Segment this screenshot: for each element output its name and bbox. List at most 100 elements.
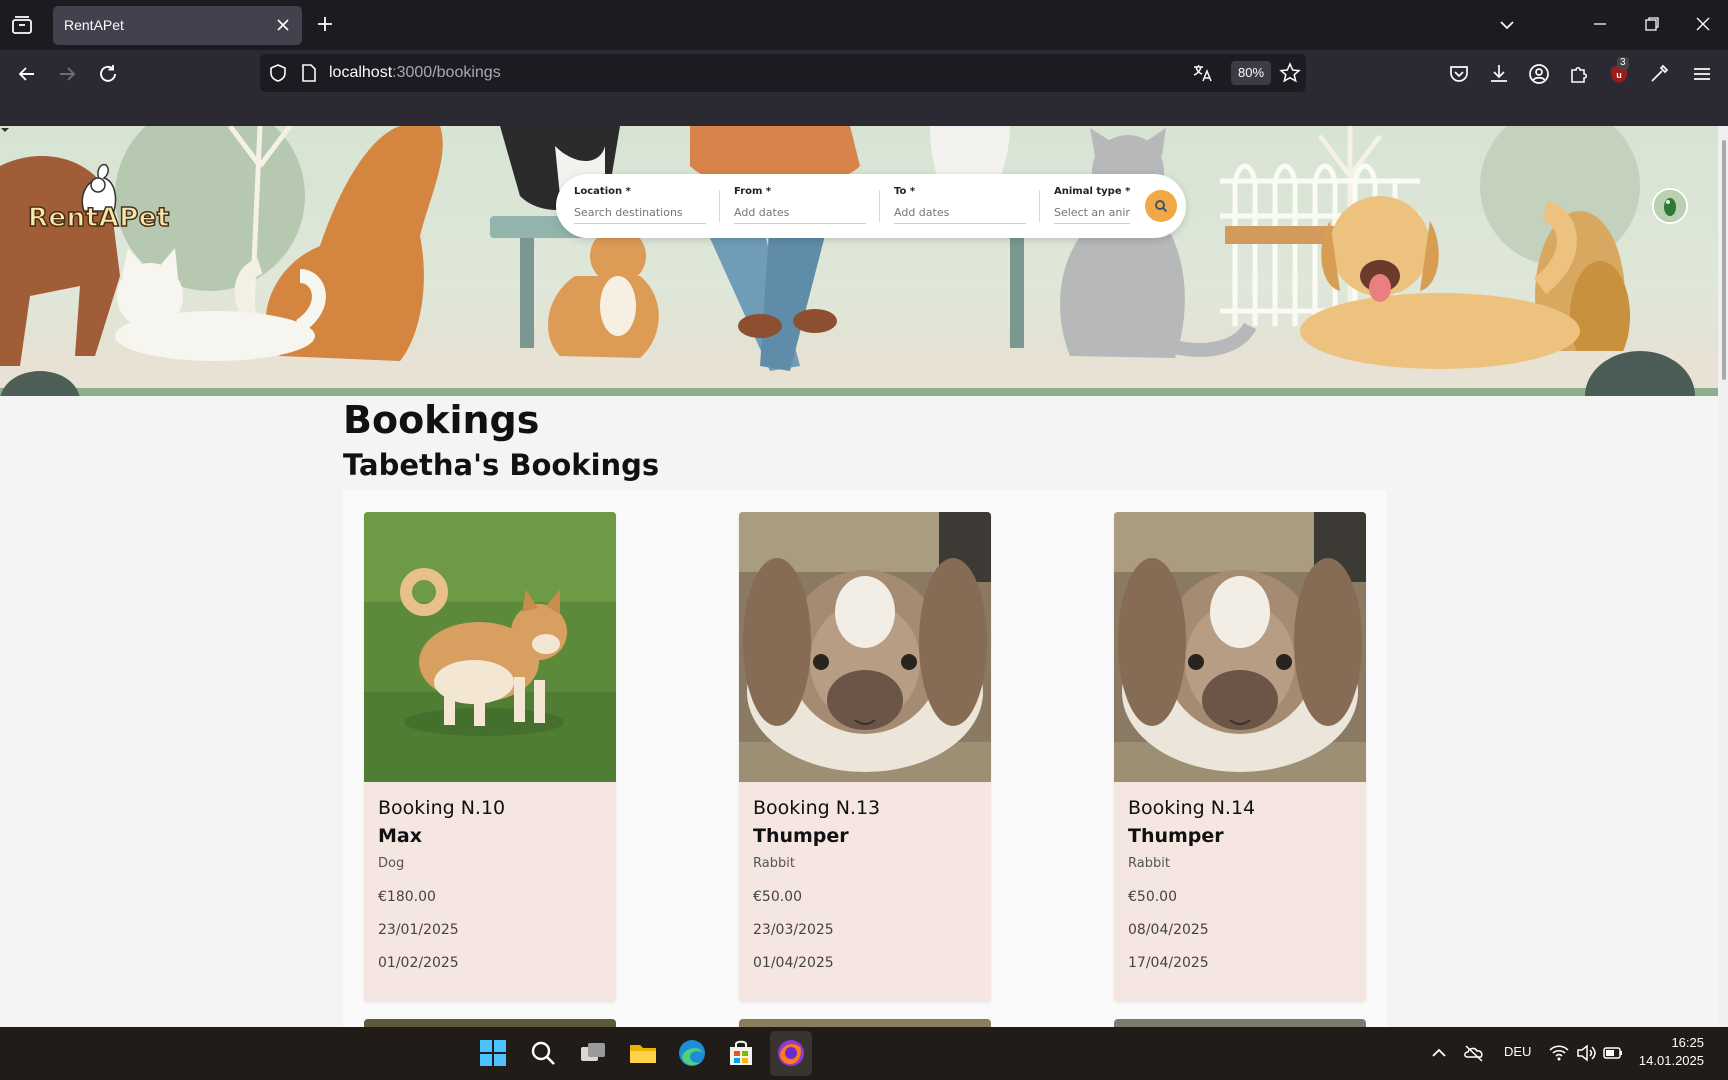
extension-badge-count: 3 (1617, 57, 1629, 69)
page-title: Bookings (343, 398, 540, 442)
booking-start-date: 23/01/2025 (378, 922, 459, 938)
booking-card[interactable]: Booking N.13 Thumper Rabbit €50.00 23/03… (739, 512, 991, 1002)
booking-card-partial[interactable] (739, 1019, 991, 1027)
browser-tab-active[interactable]: RentAPet (53, 6, 302, 45)
booking-end-date: 01/02/2025 (378, 955, 459, 971)
booking-number: Booking N.10 (378, 797, 506, 819)
url-text[interactable]: localhost:3000/bookings (329, 64, 501, 82)
bookmark-star-icon[interactable] (1279, 62, 1301, 84)
back-icon[interactable] (15, 62, 39, 86)
volume-icon[interactable] (1575, 1042, 1597, 1064)
booking-price: €50.00 (1128, 889, 1177, 905)
avatar-image (1654, 190, 1686, 222)
site-logo[interactable]: RentAPet (27, 161, 170, 241)
search-divider (1039, 190, 1040, 222)
page-scrollbar-thumb[interactable] (1722, 140, 1726, 380)
booking-number: Booking N.13 (753, 797, 881, 819)
task-view-icon[interactable] (577, 1037, 609, 1069)
tab-overview-icon[interactable] (10, 14, 34, 36)
close-window-icon[interactable] (1692, 13, 1714, 35)
to-date-input[interactable] (894, 202, 1026, 224)
pocket-icon[interactable] (1447, 62, 1471, 86)
pet-type: Dog (378, 856, 405, 871)
location-label: Location (574, 186, 623, 197)
input-language[interactable]: DEU (1504, 1044, 1531, 1059)
translate-icon[interactable] (1192, 62, 1214, 84)
dog-photo-image (364, 512, 616, 782)
required-mark: * (909, 186, 916, 197)
user-avatar[interactable] (1652, 188, 1688, 224)
pet-photo (364, 512, 616, 782)
rabbit-photo-image (1114, 512, 1366, 782)
required-mark: * (1125, 186, 1131, 197)
account-icon[interactable] (1527, 62, 1551, 86)
microsoft-store-icon[interactable] (725, 1037, 757, 1069)
search-icon[interactable] (527, 1037, 559, 1069)
from-date-input[interactable] (734, 202, 866, 224)
booking-start-date: 23/03/2025 (753, 922, 834, 938)
onedrive-offline-icon[interactable] (1463, 1042, 1485, 1064)
booking-end-date: 01/04/2025 (753, 955, 834, 971)
search-button[interactable] (1145, 190, 1177, 222)
to-field[interactable]: To * (894, 186, 1026, 226)
app-menu-icon[interactable] (1690, 62, 1714, 86)
tracking-protection-shield-icon[interactable] (268, 63, 288, 83)
pet-type: Rabbit (753, 856, 795, 871)
close-tab-icon[interactable] (274, 16, 292, 34)
search-icon (1155, 200, 1168, 213)
forward-icon[interactable] (55, 62, 79, 86)
to-label: To (894, 186, 907, 197)
system-clock[interactable]: 16:25 14.01.2025 (1636, 1034, 1704, 1070)
page-viewport: RentAPet Location * From * To * Animal t… (0, 126, 1728, 1027)
booking-card[interactable]: Booking N.14 Thumper Rabbit €50.00 08/04… (1114, 512, 1366, 1002)
browser-titlebar: RentAPet (0, 0, 1728, 50)
windows-start-icon[interactable] (477, 1037, 509, 1069)
list-all-tabs-icon[interactable] (1497, 15, 1517, 35)
required-mark: * (625, 186, 631, 197)
url-host: localhost (329, 64, 393, 81)
minimize-window-icon[interactable] (1589, 13, 1611, 35)
tab-title: RentAPet (64, 17, 124, 33)
animal-type-select[interactable] (1054, 202, 1130, 224)
location-input[interactable] (574, 202, 706, 224)
show-hidden-icons-chevron-icon[interactable] (1428, 1042, 1450, 1064)
address-bar[interactable]: localhost:3000/bookings 80% (260, 54, 1306, 92)
booking-card-partial[interactable] (364, 1019, 616, 1027)
reload-icon[interactable] (96, 62, 120, 86)
pet-name: Thumper (753, 825, 849, 847)
clock-date: 14.01.2025 (1638, 1053, 1704, 1068)
url-path: :3000/bookings (392, 64, 501, 81)
firefox-icon[interactable] (775, 1037, 807, 1069)
user-bookings-heading: Tabetha's Bookings (343, 448, 660, 482)
file-explorer-icon[interactable] (627, 1037, 659, 1069)
chevron-down-icon[interactable] (0, 126, 10, 134)
search-divider (719, 190, 720, 222)
booking-price: €180.00 (378, 889, 436, 905)
pet-name: Max (378, 825, 422, 847)
zoom-level-badge[interactable]: 80% (1231, 61, 1271, 85)
page-info-icon[interactable] (300, 63, 318, 83)
booking-card-partial[interactable] (1114, 1019, 1366, 1027)
color-picker-extension-icon[interactable] (1647, 62, 1671, 86)
restore-window-icon[interactable] (1641, 13, 1663, 35)
logo-text: RentAPet (27, 202, 170, 234)
bookings-grid: Booking N.10 Max Dog €180.00 23/01/2025 … (343, 490, 1387, 1027)
battery-icon[interactable] (1602, 1042, 1624, 1064)
booking-number: Booking N.14 (1128, 797, 1256, 819)
new-tab-icon[interactable] (315, 14, 335, 34)
location-field[interactable]: Location * (574, 186, 706, 226)
downloads-icon[interactable] (1487, 62, 1511, 86)
wifi-icon[interactable] (1548, 1042, 1570, 1064)
booking-price: €50.00 (753, 889, 802, 905)
booking-end-date: 17/04/2025 (1128, 955, 1209, 971)
animal-type-field[interactable]: Animal type * (1054, 186, 1130, 226)
from-field[interactable]: From * (734, 186, 866, 226)
from-label: From (734, 186, 763, 197)
animal-type-label: Animal type (1054, 186, 1122, 197)
rabbit-photo-image (739, 512, 991, 782)
windows-taskbar: DEU 16:25 14.01.2025 (0, 1027, 1728, 1080)
edge-browser-icon[interactable] (676, 1037, 708, 1069)
required-mark: * (765, 186, 772, 197)
booking-card[interactable]: Booking N.10 Max Dog €180.00 23/01/2025 … (364, 512, 616, 1002)
extensions-puzzle-icon[interactable] (1567, 62, 1591, 86)
